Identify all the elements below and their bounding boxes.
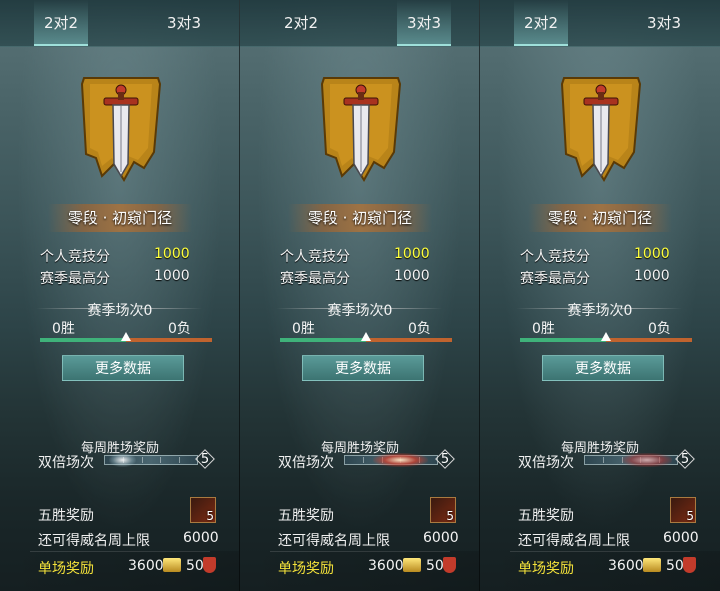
double-matches-count: 5 <box>676 451 694 469</box>
win-loss-bar <box>520 332 692 342</box>
double-matches-count: 5 <box>196 451 214 469</box>
tab-2v2[interactable]: 2对2 <box>514 0 569 46</box>
double-matches-bar <box>344 453 438 467</box>
weekly-cap-label: 还可得威名周上限 <box>518 533 630 549</box>
single-reward-gold: 3600 <box>608 558 644 574</box>
weekly-cap-label: 还可得威名周上限 <box>278 533 390 549</box>
win-ratio-marker <box>601 332 611 341</box>
gold-ingot-icon <box>403 558 421 572</box>
double-matches-label: 双倍场次 <box>38 455 94 471</box>
personal-score-label: 个人竞技分 <box>520 249 590 265</box>
single-reward-label: 单场奖励 <box>518 561 574 577</box>
mode-tab-bar: 2对2 3对3 <box>0 0 239 47</box>
season-high-label: 赛季最高分 <box>280 271 350 287</box>
reward-chest-icon[interactable]: 5 <box>190 497 216 523</box>
double-bar-segment <box>178 457 180 463</box>
gold-ingot-icon <box>163 558 181 572</box>
arena-panel-3: 2对2 3对3 零段 · 初窥门径 个人竞技分 1000 赛季最高分 1000 … <box>480 0 720 591</box>
single-reward-badge: 50 <box>666 558 684 574</box>
season-matches: 赛季场次0 <box>327 303 393 319</box>
losses-count: 0负 <box>168 321 191 337</box>
tab-2v2[interactable]: 2对2 <box>274 0 328 46</box>
arena-panel-2: 2对2 3对3 零段 · 初窥门径 个人竞技分 1000 赛季最高分 1000 … <box>240 0 480 591</box>
personal-score-label: 个人竞技分 <box>280 249 350 265</box>
more-data-button[interactable]: 更多数据 <box>62 355 184 381</box>
reward-chest-qty: 5 <box>206 509 214 523</box>
sword-banner-icon <box>560 72 642 186</box>
season-high-value: 1000 <box>154 268 190 284</box>
arena-screen: 2对2 3对3 零段 · 初窥门径 个人竞技分 1000 赛季最高分 1000 … <box>0 0 720 591</box>
season-high-label: 赛季最高分 <box>40 271 110 287</box>
wins-count: 0胜 <box>292 321 315 337</box>
rank-name: 零段 · 初窥门径 <box>67 209 173 227</box>
reward-chest-qty: 5 <box>446 509 454 523</box>
more-data-button[interactable]: 更多数据 <box>302 355 424 381</box>
tab-2v2[interactable]: 2对2 <box>34 0 89 46</box>
wins-count: 0胜 <box>52 321 75 337</box>
sword-banner-icon <box>80 72 162 186</box>
losses-count: 0负 <box>408 321 431 337</box>
season-high-value: 1000 <box>394 268 430 284</box>
single-reward-label: 单场奖励 <box>278 561 334 577</box>
double-matches-label: 双倍场次 <box>518 455 574 471</box>
tab-3v3[interactable]: 3对3 <box>397 0 452 46</box>
double-matches-bar <box>104 453 198 467</box>
sword-banner-icon <box>320 72 402 186</box>
win-ratio-marker <box>361 332 371 341</box>
reward-chest-icon[interactable]: 5 <box>430 497 456 523</box>
win-ratio-marker <box>121 332 131 341</box>
double-bar-glow <box>621 453 673 467</box>
arena-panel-1: 2对2 3对3 零段 · 初窥门径 个人竞技分 1000 赛季最高分 1000 … <box>0 0 240 591</box>
reward-chest-qty: 5 <box>686 509 694 523</box>
win-fill <box>40 338 126 342</box>
losses-count: 0负 <box>648 321 671 337</box>
personal-score-value: 1000 <box>154 246 190 262</box>
season-matches: 赛季场次0 <box>567 303 633 319</box>
single-reward-badge: 50 <box>186 558 204 574</box>
double-bar-glow <box>108 453 137 467</box>
wins-count: 0胜 <box>532 321 555 337</box>
weekly-cap-value: 6000 <box>183 530 219 546</box>
season-matches: 赛季场次0 <box>87 303 153 319</box>
rank-name: 零段 · 初窥门径 <box>547 209 653 227</box>
gold-ingot-icon <box>643 558 661 572</box>
reward-chest-icon[interactable]: 5 <box>670 497 696 523</box>
win-loss-bar <box>280 332 452 342</box>
win-fill <box>520 338 606 342</box>
single-reward-badge: 50 <box>426 558 444 574</box>
five-win-reward-label: 五胜奖励 <box>278 508 334 524</box>
double-bar-segment <box>363 457 365 463</box>
five-win-reward-label: 五胜奖励 <box>38 508 94 524</box>
double-bar-segment <box>160 457 162 463</box>
win-fill <box>280 338 366 342</box>
double-bar-segment <box>603 457 605 463</box>
honor-shield-icon <box>683 557 696 573</box>
tab-3v3[interactable]: 3对3 <box>637 0 691 46</box>
more-data-button[interactable]: 更多数据 <box>542 355 664 381</box>
weekly-cap-label: 还可得威名周上限 <box>38 533 150 549</box>
honor-shield-icon <box>443 557 456 573</box>
single-reward-gold: 3600 <box>128 558 164 574</box>
five-win-reward-label: 五胜奖励 <box>518 508 574 524</box>
season-high-label: 赛季最高分 <box>520 271 590 287</box>
weekly-cap-value: 6000 <box>663 530 699 546</box>
mode-tab-bar: 2对2 3对3 <box>240 0 479 47</box>
honor-shield-icon <box>203 557 216 573</box>
season-high-value: 1000 <box>634 268 670 284</box>
double-bar-segment <box>141 457 143 463</box>
single-reward-gold: 3600 <box>368 558 404 574</box>
single-reward-label: 单场奖励 <box>38 561 94 577</box>
weekly-cap-value: 6000 <box>423 530 459 546</box>
personal-score-value: 1000 <box>634 246 670 262</box>
personal-score-label: 个人竞技分 <box>40 249 110 265</box>
double-matches-label: 双倍场次 <box>278 455 334 471</box>
personal-score-value: 1000 <box>394 246 430 262</box>
mode-tab-bar: 2对2 3对3 <box>480 0 720 47</box>
win-loss-bar <box>40 332 212 342</box>
tab-3v3[interactable]: 3对3 <box>157 0 211 46</box>
rank-name: 零段 · 初窥门径 <box>307 209 413 227</box>
double-matches-count: 5 <box>436 451 454 469</box>
double-bar-glow <box>372 453 428 467</box>
double-matches-bar <box>584 453 678 467</box>
